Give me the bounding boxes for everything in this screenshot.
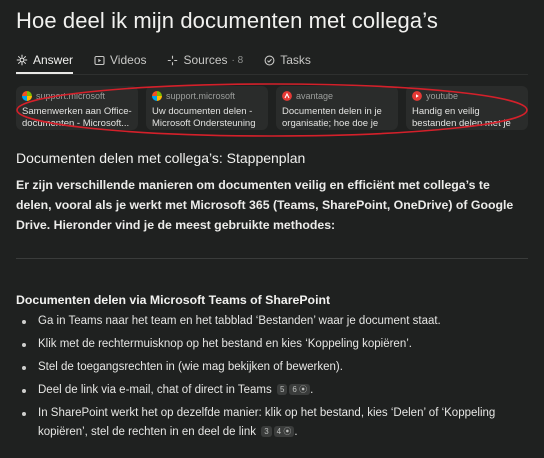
source-card[interactable]: support.microsoft Uw documenten delen - …: [146, 86, 268, 130]
answer-tabs: Answer Videos Sources · 8 Tasks: [16, 48, 528, 75]
citation-badge[interactable]: 6 ⦿: [289, 384, 311, 395]
list-item: Klik met de rechtermuisknop op het besta…: [16, 335, 528, 354]
step-suffix: .: [310, 384, 314, 396]
source-cards: support.microsoft Samenwerken aan Office…: [16, 86, 528, 130]
citation-badge[interactable]: 4 ⦿: [273, 426, 295, 437]
source-site: youtube: [426, 91, 459, 101]
source-title: Handig en veilig bestanden delen met je …: [412, 106, 511, 129]
youtube-logo-icon: [412, 91, 422, 101]
answer-intro: Er zijn verschillende manieren om docume…: [16, 178, 514, 232]
source-title: Uw documenten delen - Microsoft Onderste…: [152, 106, 256, 129]
microsoft-logo-icon: [152, 91, 162, 101]
tab-answer[interactable]: Answer: [16, 48, 74, 74]
tab-label: Sources: [183, 53, 228, 67]
tab-sources[interactable]: Sources · 8: [167, 48, 244, 72]
list-item: Ga in Teams naar het team en het tabblad…: [16, 312, 528, 331]
step-text: Klik met de rechtermuisknop op het besta…: [38, 338, 412, 350]
step-text: Ga in Teams naar het team en het tabblad…: [38, 315, 441, 327]
list-item: Deel de link via e-mail, chat of direct …: [16, 381, 528, 400]
tab-videos[interactable]: Videos: [93, 48, 147, 72]
source-card[interactable]: avantage Documenten delen in je organisa…: [276, 86, 398, 130]
answer-icon: [16, 54, 28, 66]
source-card[interactable]: support.microsoft Samenwerken aan Office…: [16, 86, 138, 130]
tab-tasks[interactable]: Tasks: [263, 48, 311, 72]
source-card[interactable]: youtube Handig en veilig bestanden delen…: [406, 86, 528, 130]
source-title: Documenten delen in je organisatie; hoe …: [282, 106, 382, 129]
video-icon: [93, 54, 105, 66]
section-title: Documenten delen via Microsoft Teams of …: [16, 293, 331, 307]
steps-list: Ga in Teams naar het team en het tabblad…: [16, 312, 528, 446]
microsoft-logo-icon: [22, 91, 32, 101]
tab-label: Answer: [33, 53, 74, 67]
divider: [16, 258, 528, 259]
source-title: Samenwerken aan Office-documenten - Micr…: [22, 106, 132, 129]
list-item: In SharePoint werkt het op dezelfde mani…: [16, 404, 528, 442]
source-site: support.microsoft: [36, 91, 106, 101]
tab-label: Tasks: [280, 53, 311, 67]
citation-badge[interactable]: 3: [261, 426, 272, 437]
source-site: support.microsoft: [166, 91, 236, 101]
source-site: avantage: [296, 91, 334, 101]
sources-icon: [167, 54, 179, 66]
tab-label: Videos: [110, 53, 147, 67]
answer-heading: Documenten delen met collega’s: Stappenp…: [16, 150, 306, 166]
avantage-logo-icon: [282, 91, 292, 101]
step-text: Stel de toegangsrechten in (wie mag beki…: [38, 361, 343, 373]
step-text: Deel de link via e-mail, chat of direct …: [38, 384, 272, 396]
citation-badge[interactable]: 5: [276, 384, 288, 395]
tasks-icon: [263, 54, 275, 66]
sources-count: · 8: [231, 54, 244, 66]
list-item: Stel de toegangsrechten in (wie mag beki…: [16, 358, 528, 377]
step-suffix: .: [294, 426, 298, 438]
page-title: Hoe deel ik mijn documenten met collega’…: [16, 8, 438, 33]
